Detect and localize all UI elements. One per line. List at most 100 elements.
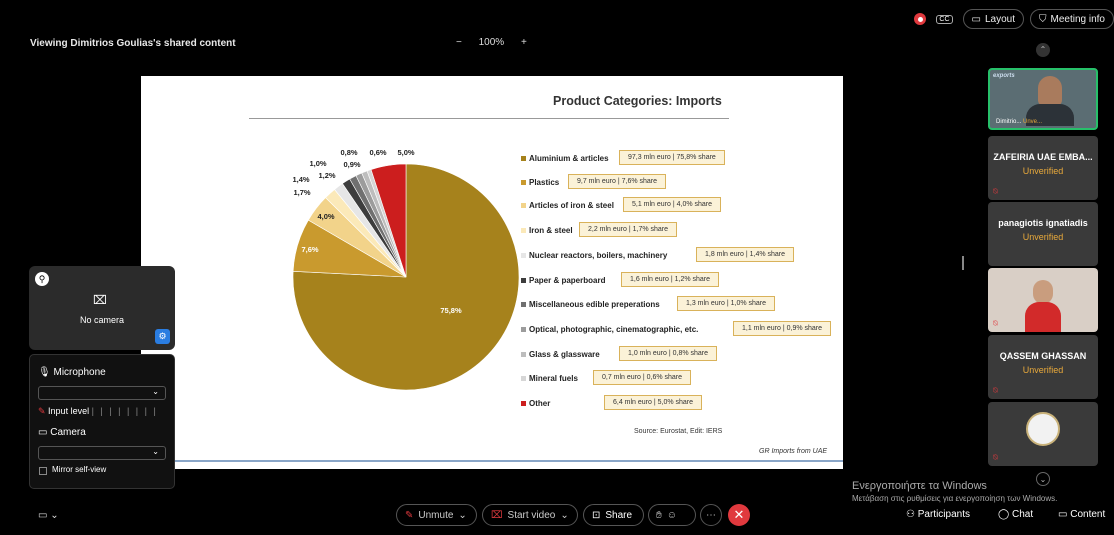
- more-options-button[interactable]: ⋯: [700, 504, 722, 526]
- gear-icon[interactable]: ⚙: [155, 329, 170, 344]
- share-label: Share: [605, 509, 633, 521]
- legend-swatch: [521, 203, 526, 208]
- legend-label: Mineral fuels: [529, 374, 578, 383]
- mic-off-icon: ✎: [405, 509, 414, 521]
- participant-video: [1033, 280, 1053, 304]
- legend-label: Plastics: [529, 178, 560, 187]
- legend-label: Articles of iron & steel: [529, 201, 614, 210]
- legend-item: Optical, photographic, cinematographic, …: [521, 325, 698, 334]
- legend-label: Iron & steel: [529, 226, 573, 235]
- watermark-title: Ενεργοποιήστε τα Windows: [852, 480, 987, 492]
- slice-label: 1,7%: [293, 188, 310, 197]
- unmute-button[interactable]: ✎ Unmute ⌄: [396, 504, 477, 526]
- legend-item: Aluminium & articles: [521, 154, 609, 163]
- input-level-label: Input level: [48, 406, 90, 416]
- emoji-icon: ☺: [666, 509, 677, 521]
- legend-item: Iron & steel: [521, 226, 573, 235]
- scroll-up-icon[interactable]: ⌃: [1036, 43, 1050, 57]
- mic-muted-icon: ✎: [38, 406, 49, 416]
- participant-name: ZAFEIRIA UAE EMBA...: [993, 152, 1093, 162]
- close-icon: ✕: [733, 507, 745, 522]
- legend-swatch: [521, 253, 526, 258]
- reactions-button[interactable]: ✋︎ ☺: [648, 504, 696, 526]
- slice-label: 5,0%: [397, 148, 414, 157]
- pie-chart: 75,8% 7,6% 4,0% 1,7% 1,4% 1,2% 1,0% 0,9% 0,8% 0,6…: [292, 148, 520, 391]
- value-box: 0,7 mln euro | 0,6% share: [593, 370, 692, 385]
- slide-footer: GR Imports from UAE: [759, 448, 828, 455]
- slice-label: 1,4%: [292, 175, 309, 184]
- layout-label: Layout: [984, 13, 1016, 25]
- participants-button[interactable]: ⚇ Participants: [906, 509, 970, 520]
- slice-label: 0,6%: [369, 148, 386, 157]
- participant-status: Unve...: [1023, 119, 1043, 125]
- microphone-select[interactable]: ⌄: [38, 386, 166, 400]
- mirror-checkbox[interactable]: [39, 467, 47, 475]
- legend-swatch: [521, 156, 526, 161]
- legend-swatch: [521, 376, 526, 381]
- captions-icon[interactable]: CC: [936, 14, 953, 24]
- legend-item: Other: [521, 399, 550, 408]
- value-box: 1,0 mln euro | 0,8% share: [619, 346, 718, 361]
- camera-select[interactable]: ⌄: [38, 446, 166, 460]
- value-box: 9,7 mln euro | 7,6% share: [568, 174, 667, 189]
- legend-label: Paper & paperboard: [529, 276, 606, 285]
- share-button[interactable]: ⊡ Share: [583, 504, 644, 526]
- pin-icon[interactable]: ⚲: [35, 272, 49, 286]
- start-video-button[interactable]: ⌧ Start video ⌄: [482, 504, 578, 526]
- legend-swatch: [521, 352, 526, 357]
- microphone-icon: 🎙︎: [38, 367, 54, 378]
- participant-name: QASSEM GHASSAN: [999, 351, 1087, 361]
- participant-tile[interactable]: ZAFEIRIA UAE EMBA... Unverified ⍉: [988, 136, 1098, 200]
- slice-label: 0,8%: [340, 148, 357, 157]
- more-icon: ⋯: [706, 509, 716, 521]
- viewing-label: Viewing Dimitrios Goulias's shared conte…: [30, 38, 236, 49]
- video-logo: exports: [993, 73, 1015, 79]
- legend-swatch: [521, 327, 526, 332]
- participant-status: Unverified: [1022, 365, 1064, 375]
- panel-divider[interactable]: [962, 256, 964, 270]
- participant-tile[interactable]: ⍉: [988, 268, 1098, 332]
- legend-label: Miscellaneous edible preperations: [529, 300, 660, 309]
- value-box: 1,1 mln euro | 0,9% share: [733, 321, 832, 336]
- participant-tile[interactable]: panagiotis ignatiadis Unverified: [988, 202, 1098, 266]
- camera-off-icon: ⌧: [93, 293, 107, 307]
- captions-menu-button[interactable]: ▭ ⌄: [38, 510, 59, 521]
- legend-swatch: [521, 180, 526, 185]
- raise-hand-icon: ✋︎: [656, 509, 662, 521]
- meeting-info-button[interactable]: ⛉ Meeting info: [1030, 9, 1114, 29]
- value-box: 5,1 mln euro | 4,0% share: [623, 197, 722, 212]
- layout-button[interactable]: ▭ Layout: [962, 9, 1025, 29]
- device-panel: 🎙︎ Microphone ⌄ ✎ Input level | | | | | …: [29, 354, 175, 489]
- participant-name-bar: Dimitrio... Unve...: [996, 119, 1042, 125]
- slice-label: 1,0%: [309, 159, 326, 168]
- zoom-in-button[interactable]: +: [521, 37, 527, 48]
- slide-bottom-bar: [141, 460, 843, 462]
- participant-tile[interactable]: exports Dimitrio... Unve...: [988, 68, 1098, 130]
- input-level-row: ✎ Input level | | | | | | | |: [38, 406, 158, 417]
- self-view: ⚲ ⌧ No camera ⚙: [29, 266, 175, 350]
- value-box: 1,3 mln euro | 1,0% share: [677, 296, 776, 311]
- shield-icon: ⛉: [1039, 13, 1047, 25]
- chat-icon: ◯: [998, 509, 1012, 520]
- microphone-label: Microphone: [53, 367, 106, 378]
- value-box: 1,8 mln euro | 1,4% share: [696, 247, 795, 262]
- mic-off-icon: ⍉: [993, 453, 998, 462]
- zoom-out-button[interactable]: −: [456, 37, 462, 48]
- participant-body: [1025, 302, 1061, 332]
- chevron-down-icon: ⌄: [152, 387, 159, 396]
- chat-button[interactable]: ◯ Chat: [998, 509, 1033, 520]
- content-button[interactable]: ▭ Content: [1058, 509, 1105, 520]
- slice-label: 7,6%: [301, 245, 318, 254]
- legend-item: Miscellaneous edible preperations: [521, 300, 660, 309]
- mic-off-icon: ⍉: [993, 187, 998, 196]
- zoom-level: 100%: [478, 37, 505, 48]
- leave-button[interactable]: ✕: [728, 504, 750, 526]
- camera-heading: ▭ Camera: [38, 427, 86, 438]
- microphone-heading: 🎙︎ Microphone: [38, 367, 106, 378]
- top-bar: Viewing Dimitrios Goulias's shared conte…: [0, 0, 1114, 58]
- legend-label: Other: [529, 399, 551, 408]
- value-box: 97,3 mln euro | 75,8% share: [619, 150, 725, 165]
- participant-tile[interactable]: QASSEM GHASSAN Unverified ⍉: [988, 335, 1098, 399]
- legend-item: Plastics: [521, 178, 559, 187]
- participant-tile[interactable]: ⍉: [988, 402, 1098, 466]
